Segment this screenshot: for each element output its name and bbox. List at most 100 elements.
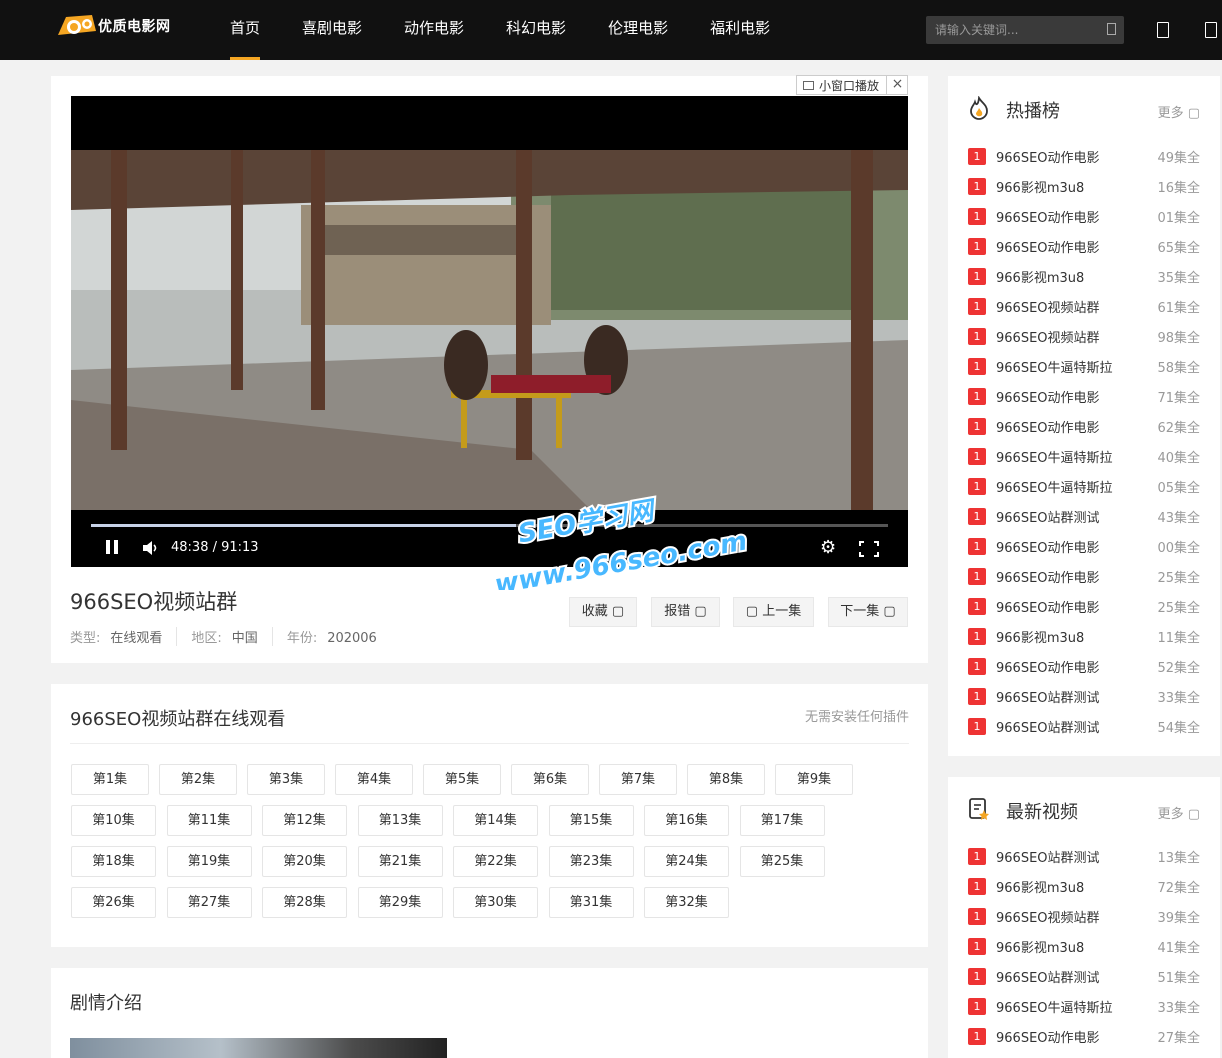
rank-list-item[interactable]: 1 966SEO动作电影 62集全 [968,416,1200,436]
episode-button[interactable]: 第15集 [548,805,634,836]
rank-list-item[interactable]: 1 966影视m3u8 16集全 [968,176,1200,196]
episode-button[interactable]: 第3集 [247,764,325,795]
episode-button[interactable]: 第4集 [335,764,413,795]
nav-home[interactable]: 首页 [210,0,280,60]
episode-button[interactable]: 第14集 [453,805,538,836]
site-logo[interactable]: 优质电影网 [54,8,184,44]
rank-item-name[interactable]: 966SEO动作电影 [996,567,1100,586]
rank-item-name[interactable]: 966影视m3u8 [996,877,1084,896]
rank-list-item[interactable]: 1 966SEO视频站群 39集全 [968,906,1200,926]
rank-list-item[interactable]: 1 966SEO动作电影 52集全 [968,656,1200,676]
episode-button[interactable]: 第2集 [159,764,237,795]
rank-item-name[interactable]: 966SEO站群测试 [996,717,1100,736]
meta-region-value[interactable]: 中国 [232,631,258,646]
episode-button[interactable]: 第22集 [453,846,538,877]
history-icon[interactable] [1157,22,1169,38]
rank-list-item[interactable]: 1 966SEO牛逼特斯拉 40集全 [968,446,1200,466]
volume-icon[interactable] [143,541,159,555]
episode-button[interactable]: 第29集 [357,887,443,918]
nav-comedy[interactable]: 喜剧电影 [282,0,382,60]
rank-item-name[interactable]: 966影视m3u8 [996,267,1084,286]
rank-list-item[interactable]: 1 966SEO站群测试 33集全 [968,686,1200,706]
rank-item-name[interactable]: 966SEO牛逼特斯拉 [996,997,1113,1016]
episode-button[interactable]: 第27集 [166,887,252,918]
rank-list-item[interactable]: 1 966SEO牛逼特斯拉 58集全 [968,356,1200,376]
rank-list-item[interactable]: 1 966SEO动作电影 25集全 [968,566,1200,586]
episode-button[interactable]: 第26集 [71,887,156,918]
rank-item-name[interactable]: 966SEO站群测试 [996,967,1100,986]
episode-button[interactable]: 第1集 [71,764,149,795]
rank-item-name[interactable]: 966SEO动作电影 [996,237,1100,256]
rank-list-item[interactable]: 1 966SEO站群测试 54集全 [968,716,1200,736]
rank-list-item[interactable]: 1 966SEO视频站群 61集全 [968,296,1200,316]
episode-button[interactable]: 第13集 [357,805,443,836]
fullscreen-icon[interactable] [859,541,879,557]
episode-button[interactable]: 第7集 [599,764,677,795]
rank-item-name[interactable]: 966SEO动作电影 [996,147,1100,166]
video-player[interactable]: 48:38 / 91:13 ⚙ [71,96,908,567]
rank-list-item[interactable]: 1 966SEO动作电影 01集全 [968,206,1200,226]
rank-item-name[interactable]: 966SEO站群测试 [996,847,1100,866]
rank-list-item[interactable]: 1 966影视m3u8 72集全 [968,876,1200,896]
rank-list-item[interactable]: 1 966SEO视频站群 98集全 [968,326,1200,346]
rank-list-item[interactable]: 1 966SEO动作电影 71集全 [968,386,1200,406]
rank-list-item[interactable]: 1 966SEO站群测试 13集全 [968,846,1200,866]
rank-list-item[interactable]: 1 966SEO站群测试 43集全 [968,506,1200,526]
episode-button[interactable]: 第5集 [423,764,501,795]
settings-gear-icon[interactable]: ⚙ [820,539,836,557]
episode-button[interactable]: 第9集 [775,764,853,795]
rank-list-item[interactable]: 1 966SEO动作电影 00集全 [968,536,1200,556]
close-icon[interactable]: × [886,75,908,95]
rank-item-name[interactable]: 966影视m3u8 [996,177,1084,196]
rank-item-name[interactable]: 966SEO视频站群 [996,327,1100,346]
next-episode-button[interactable]: 下一集 ▢ [828,597,908,627]
rank-list-item[interactable]: 1 966影视m3u8 35集全 [968,266,1200,286]
search-input[interactable] [926,16,1091,44]
episode-button[interactable]: 第25集 [739,846,825,877]
episode-button[interactable]: 第8集 [687,764,765,795]
hot-more-link[interactable]: 更多 ▢ [1158,102,1200,121]
episode-button[interactable]: 第23集 [548,846,634,877]
episode-button[interactable]: 第17集 [739,805,825,836]
rank-list-item[interactable]: 1 966SEO牛逼特斯拉 05集全 [968,476,1200,496]
episode-button[interactable]: 第28集 [262,887,347,918]
episode-button[interactable]: 第20集 [262,846,347,877]
rank-item-name[interactable]: 966SEO视频站群 [996,907,1100,926]
episode-button[interactable]: 第19集 [166,846,252,877]
meta-type-value[interactable]: 在线观看 [110,631,162,646]
nav-welfare[interactable]: 福利电影 [690,0,790,60]
rank-list-item[interactable]: 1 966影视m3u8 41集全 [968,936,1200,956]
rank-item-name[interactable]: 966SEO动作电影 [996,387,1100,406]
rank-list-item[interactable]: 1 966SEO动作电影 65集全 [968,236,1200,256]
nav-ethics[interactable]: 伦理电影 [588,0,688,60]
nav-action[interactable]: 动作电影 [384,0,484,60]
rank-list-item[interactable]: 1 966SEO牛逼特斯拉 33集全 [968,996,1200,1016]
rank-list-item[interactable]: 1 966SEO动作电影 25集全 [968,596,1200,616]
latest-more-link[interactable]: 更多 ▢ [1158,803,1200,822]
rank-item-name[interactable]: 966SEO动作电影 [996,1027,1100,1046]
episode-button[interactable]: 第31集 [548,887,634,918]
rank-item-name[interactable]: 966SEO视频站群 [996,297,1100,316]
progress-bar[interactable] [91,524,888,527]
episode-button[interactable]: 第21集 [357,846,443,877]
episode-button[interactable]: 第30集 [453,887,538,918]
rank-item-name[interactable]: 966SEO动作电影 [996,597,1100,616]
prev-episode-button[interactable]: ▢ 上一集 [733,597,814,627]
rank-item-name[interactable]: 966SEO动作电影 [996,537,1100,556]
episode-button[interactable]: 第32集 [644,887,729,918]
rank-item-name[interactable]: 966SEO站群测试 [996,507,1100,526]
rank-list-item[interactable]: 1 966SEO站群测试 51集全 [968,966,1200,986]
user-icon[interactable] [1205,22,1217,38]
rank-item-name[interactable]: 966影视m3u8 [996,627,1084,646]
episode-button[interactable]: 第6集 [511,764,589,795]
rank-item-name[interactable]: 966SEO站群测试 [996,687,1100,706]
nav-scifi[interactable]: 科幻电影 [486,0,586,60]
episode-button[interactable]: 第24集 [644,846,729,877]
rank-list-item[interactable]: 1 966SEO动作电影 49集全 [968,146,1200,166]
rank-item-name[interactable]: 966SEO牛逼特斯拉 [996,357,1113,376]
episode-button[interactable]: 第18集 [71,846,156,877]
rank-item-name[interactable]: 966SEO牛逼特斯拉 [996,447,1113,466]
episode-button[interactable]: 第16集 [644,805,729,836]
favorite-button[interactable]: 收藏 ▢ [569,597,637,627]
episode-button[interactable]: 第10集 [71,805,156,836]
